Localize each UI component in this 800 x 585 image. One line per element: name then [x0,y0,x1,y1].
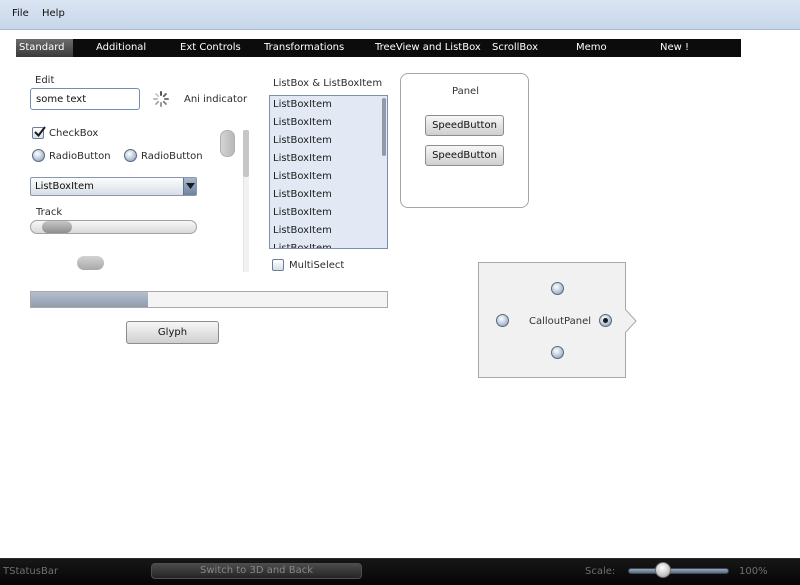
tab-bar: Standard Additional Ext Controls Transfo… [16,39,741,57]
callout-label: CalloutPanel [529,316,592,327]
speed-button-1[interactable]: SpeedButton [425,115,504,136]
tab-memo[interactable]: Memo [576,39,607,57]
vertical-scrollbar-thumb[interactable] [243,130,249,177]
edit-input[interactable] [30,88,140,110]
tab-additional[interactable]: Additional [96,39,146,57]
list-item[interactable]: ListBoxItem [273,186,332,204]
checkbox-label: CheckBox [49,128,99,139]
switch-3d-button[interactable]: Switch to 3D and Back [151,563,362,579]
tab-scrollbox[interactable]: ScrollBox [492,39,538,57]
track-label: Track [36,207,63,218]
list-item[interactable]: ListBoxItem [273,132,332,150]
small-pill-button[interactable] [77,256,104,270]
tab-ext-controls[interactable]: Ext Controls [180,39,241,57]
check-icon [34,126,46,138]
list-item[interactable]: ListBoxItem [273,96,332,114]
callout-panel: CalloutPanel [478,262,626,378]
list-item[interactable]: ListBoxItem [273,150,332,168]
list-item[interactable]: ListBoxItem [273,114,332,132]
progress-bar [30,291,388,308]
callout-radio-right[interactable] [599,314,612,327]
tab-standard[interactable]: Standard [16,39,73,57]
tab-transformations[interactable]: Transformations [264,39,344,57]
scale-value: 100% [739,566,768,577]
menu-help[interactable]: Help [42,8,65,19]
combobox-arrow-button[interactable] [183,178,196,195]
scale-slider[interactable] [628,568,729,574]
glyph-button[interactable]: Glyph [126,321,219,344]
edit-label: Edit [35,75,55,86]
menu-bar [0,0,800,30]
speed-button-2[interactable]: SpeedButton [425,145,504,166]
panel: Panel SpeedButton SpeedButton [400,73,529,208]
ani-indicator-label: Ani indicator [184,94,248,105]
ani-indicator-icon [153,91,169,107]
callout-radio-bottom[interactable] [551,346,564,359]
status-bar-label: TStatusBar [3,566,59,577]
listbox-scrollbar-thumb[interactable] [382,98,386,156]
listbox[interactable]: ListBoxItem ListBoxItem ListBoxItem List… [269,95,388,249]
list-item[interactable]: ListBoxItem [273,240,332,248]
list-item[interactable]: ListBoxItem [273,222,332,240]
tab-treeview-listbox[interactable]: TreeView and ListBox [375,39,481,57]
multiselect-checkbox[interactable] [272,259,284,271]
progress-bar-fill [31,292,148,307]
list-item[interactable]: ListBoxItem [273,168,332,186]
scale-label: Scale: [585,566,616,577]
radio-button-1-label: RadioButton [49,151,111,162]
radio-button-1[interactable] [32,149,45,162]
radio-button-2[interactable] [124,149,137,162]
combobox-value: ListBoxItem [35,181,94,192]
tab-new[interactable]: New ! [660,39,689,57]
callout-pointer [625,309,637,333]
listbox-title: ListBox & ListBoxItem [273,78,383,89]
list-item[interactable]: ListBoxItem [273,204,332,222]
panel-title: Panel [452,86,479,97]
radio-button-2-label: RadioButton [141,151,203,162]
track-thumb[interactable] [42,221,72,233]
checkbox[interactable] [32,126,46,139]
combobox[interactable]: ListBoxItem [30,177,197,196]
track-slider[interactable] [30,220,197,234]
chevron-down-icon [186,183,195,189]
menu-file[interactable]: File [12,8,29,19]
callout-radio-top[interactable] [551,282,564,295]
scale-slider-thumb[interactable] [655,562,671,578]
scroll-button[interactable] [220,130,235,157]
callout-radio-left[interactable] [496,314,509,327]
multiselect-label: MultiSelect [289,260,345,271]
